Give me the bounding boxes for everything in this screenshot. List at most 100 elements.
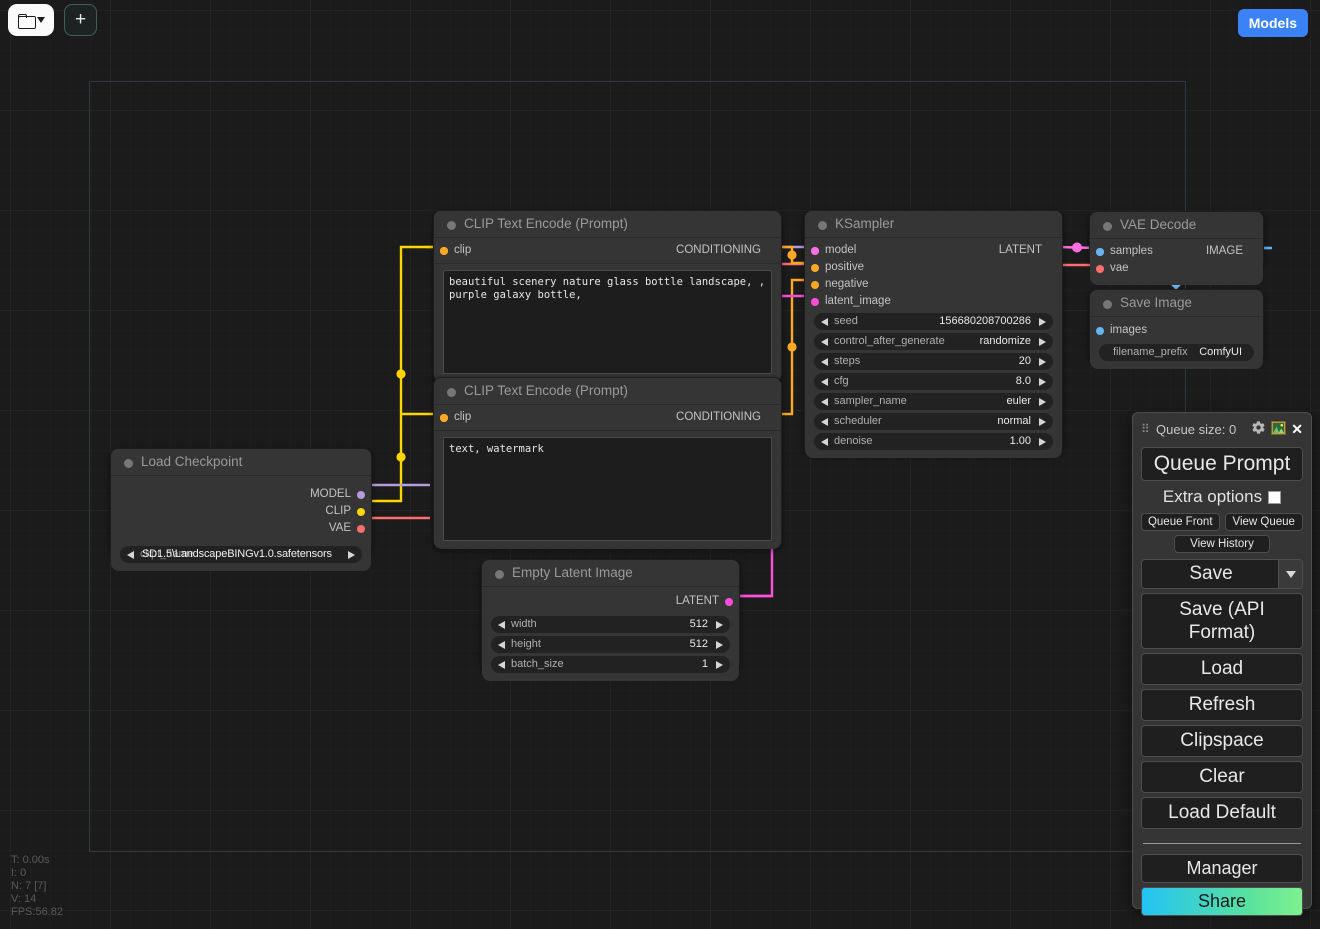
node-body: images filename_prefix ComfyUI: [1090, 322, 1263, 369]
increment-arrow-icon[interactable]: [1039, 398, 1046, 406]
prompt-textarea-negative[interactable]: text, watermark: [443, 437, 772, 541]
widget-value: randomize: [980, 335, 1031, 347]
menu-divider: [1143, 843, 1301, 844]
close-icon[interactable]: ✕: [1291, 422, 1303, 436]
widget-scheduler[interactable]: scheduler normal: [814, 413, 1053, 430]
widget-ckpt-name[interactable]: ckpt_name SD1.5\LandscapeBINGv1.0.safete…: [120, 546, 362, 563]
models-button[interactable]: Models: [1238, 9, 1308, 37]
increment-arrow-icon[interactable]: [716, 661, 723, 669]
output-slot-clip[interactable]: CLIP: [111, 503, 371, 520]
collapse-dot-icon[interactable]: [1103, 300, 1112, 309]
slot-dot-latent-image-icon: [811, 298, 819, 306]
collapse-dot-icon[interactable]: [818, 221, 827, 230]
input-slot-clip[interactable]: clip CONDITIONING: [434, 409, 781, 426]
manager-button[interactable]: Manager: [1141, 854, 1303, 883]
extra-options-label: Extra options: [1163, 487, 1262, 507]
divider: [111, 475, 371, 476]
extra-options-checkbox[interactable]: [1268, 491, 1281, 504]
node-title: VAE Decode: [1090, 212, 1263, 238]
decrement-arrow-icon[interactable]: [821, 398, 828, 406]
collapse-dot-icon[interactable]: [447, 221, 456, 230]
widget-width[interactable]: width 512: [491, 616, 730, 633]
collapse-dot-icon[interactable]: [447, 388, 456, 397]
node-load-checkpoint[interactable]: Load Checkpoint MODEL CLIP VAE ckpt_name…: [110, 448, 372, 552]
decrement-arrow-icon[interactable]: [821, 358, 828, 366]
share-button[interactable]: Share: [1141, 887, 1303, 916]
decrement-arrow-icon[interactable]: [821, 378, 828, 386]
increment-arrow-icon[interactable]: [716, 641, 723, 649]
view-history-button[interactable]: View History: [1174, 535, 1270, 553]
increment-arrow-icon[interactable]: [1039, 338, 1046, 346]
save-dropdown-button[interactable]: [1278, 560, 1302, 588]
increment-arrow-icon[interactable]: [1039, 378, 1046, 386]
increment-arrow-icon[interactable]: [716, 621, 723, 629]
load-button[interactable]: Load: [1141, 653, 1303, 685]
output-slot-vae[interactable]: VAE: [111, 520, 371, 537]
output-slot-model[interactable]: MODEL: [111, 486, 371, 503]
add-workflow-button[interactable]: +: [64, 4, 97, 36]
widget-seed[interactable]: seed 156680208700286: [814, 313, 1053, 330]
gear-icon[interactable]: [1251, 420, 1266, 438]
prompt-textarea-positive[interactable]: beautiful scenery nature glass bottle la…: [443, 270, 772, 374]
node-clip-text-encode-positive[interactable]: CLIP Text Encode (Prompt) clip CONDITION…: [433, 210, 782, 382]
link-dot-latent-out: [1072, 243, 1082, 253]
input-slot-latent-image[interactable]: latent_image: [805, 293, 1062, 310]
input-slot-positive[interactable]: positive: [805, 259, 1062, 276]
increment-arrow-icon[interactable]: [1039, 438, 1046, 446]
widget-label: denoise: [834, 435, 873, 447]
node-ksampler[interactable]: KSampler model LATENT positive negative …: [804, 210, 1063, 453]
decrement-arrow-icon[interactable]: [127, 551, 134, 559]
queue-prompt-button[interactable]: Queue Prompt: [1141, 447, 1303, 481]
increment-arrow-icon[interactable]: [1039, 318, 1046, 326]
collapse-dot-icon[interactable]: [124, 459, 133, 468]
decrement-arrow-icon[interactable]: [821, 438, 828, 446]
clear-button[interactable]: Clear: [1141, 761, 1303, 793]
input-slot-model[interactable]: model LATENT: [805, 242, 1062, 259]
input-slot-clip[interactable]: clip CONDITIONING: [434, 242, 781, 259]
link-dot-cond-pos: [787, 250, 796, 259]
widget-denoise[interactable]: denoise 1.00: [814, 433, 1053, 450]
chevron-down-icon[interactable]: [37, 17, 45, 23]
widget-label: cfg: [834, 375, 849, 387]
widget-control-after-generate[interactable]: control_after_generate randomize: [814, 333, 1053, 350]
increment-arrow-icon[interactable]: [1039, 358, 1046, 366]
widget-height[interactable]: height 512: [491, 636, 730, 653]
input-slot-samples[interactable]: samples IMAGE: [1090, 243, 1263, 260]
decrement-arrow-icon[interactable]: [498, 661, 505, 669]
clipspace-button[interactable]: Clipspace: [1141, 725, 1303, 757]
collapse-dot-icon[interactable]: [1103, 222, 1112, 231]
widget-cfg[interactable]: cfg 8.0: [814, 373, 1053, 390]
node-empty-latent-image[interactable]: Empty Latent Image LATENT width 512 heig…: [481, 559, 740, 671]
decrement-arrow-icon[interactable]: [498, 621, 505, 629]
widget-value: SD1.5\LandscapeBINGv1.0.safetensors: [142, 548, 332, 560]
node-vae-decode[interactable]: VAE Decode samples IMAGE vae: [1089, 211, 1264, 268]
input-slot-images[interactable]: images: [1090, 322, 1263, 339]
node-body: clip CONDITIONING text, watermark: [434, 409, 781, 549]
input-slot-vae[interactable]: vae: [1090, 260, 1263, 277]
save-api-format-button[interactable]: Save (API Format): [1141, 593, 1303, 649]
queue-front-button[interactable]: Queue Front: [1141, 513, 1220, 531]
increment-arrow-icon[interactable]: [1039, 418, 1046, 426]
view-queue-button[interactable]: View Queue: [1225, 513, 1304, 531]
drag-handle-icon[interactable]: ⠿: [1141, 422, 1151, 436]
collapse-dot-icon[interactable]: [495, 570, 504, 579]
output-slot-label: MODEL: [310, 486, 351, 503]
node-save-image[interactable]: Save Image images filename_prefix ComfyU…: [1089, 289, 1264, 361]
widget-sampler-name[interactable]: sampler_name euler: [814, 393, 1053, 410]
widget-steps[interactable]: steps 20: [814, 353, 1053, 370]
decrement-arrow-icon[interactable]: [821, 338, 828, 346]
decrement-arrow-icon[interactable]: [821, 418, 828, 426]
widget-batch-size[interactable]: batch_size 1: [491, 656, 730, 673]
input-slot-negative[interactable]: negative: [805, 276, 1062, 293]
decrement-arrow-icon[interactable]: [821, 318, 828, 326]
workflow-folder-button[interactable]: [8, 4, 54, 36]
widget-filename-prefix[interactable]: filename_prefix ComfyUI: [1099, 344, 1254, 361]
decrement-arrow-icon[interactable]: [498, 641, 505, 649]
output-slot-latent[interactable]: LATENT: [482, 593, 739, 610]
image-icon[interactable]: [1271, 421, 1286, 438]
widget-value: 512: [690, 638, 708, 650]
refresh-button[interactable]: Refresh: [1141, 689, 1303, 721]
load-default-button[interactable]: Load Default: [1141, 797, 1303, 829]
increment-arrow-icon[interactable]: [348, 551, 355, 559]
node-clip-text-encode-negative[interactable]: CLIP Text Encode (Prompt) clip CONDITION…: [433, 377, 782, 549]
